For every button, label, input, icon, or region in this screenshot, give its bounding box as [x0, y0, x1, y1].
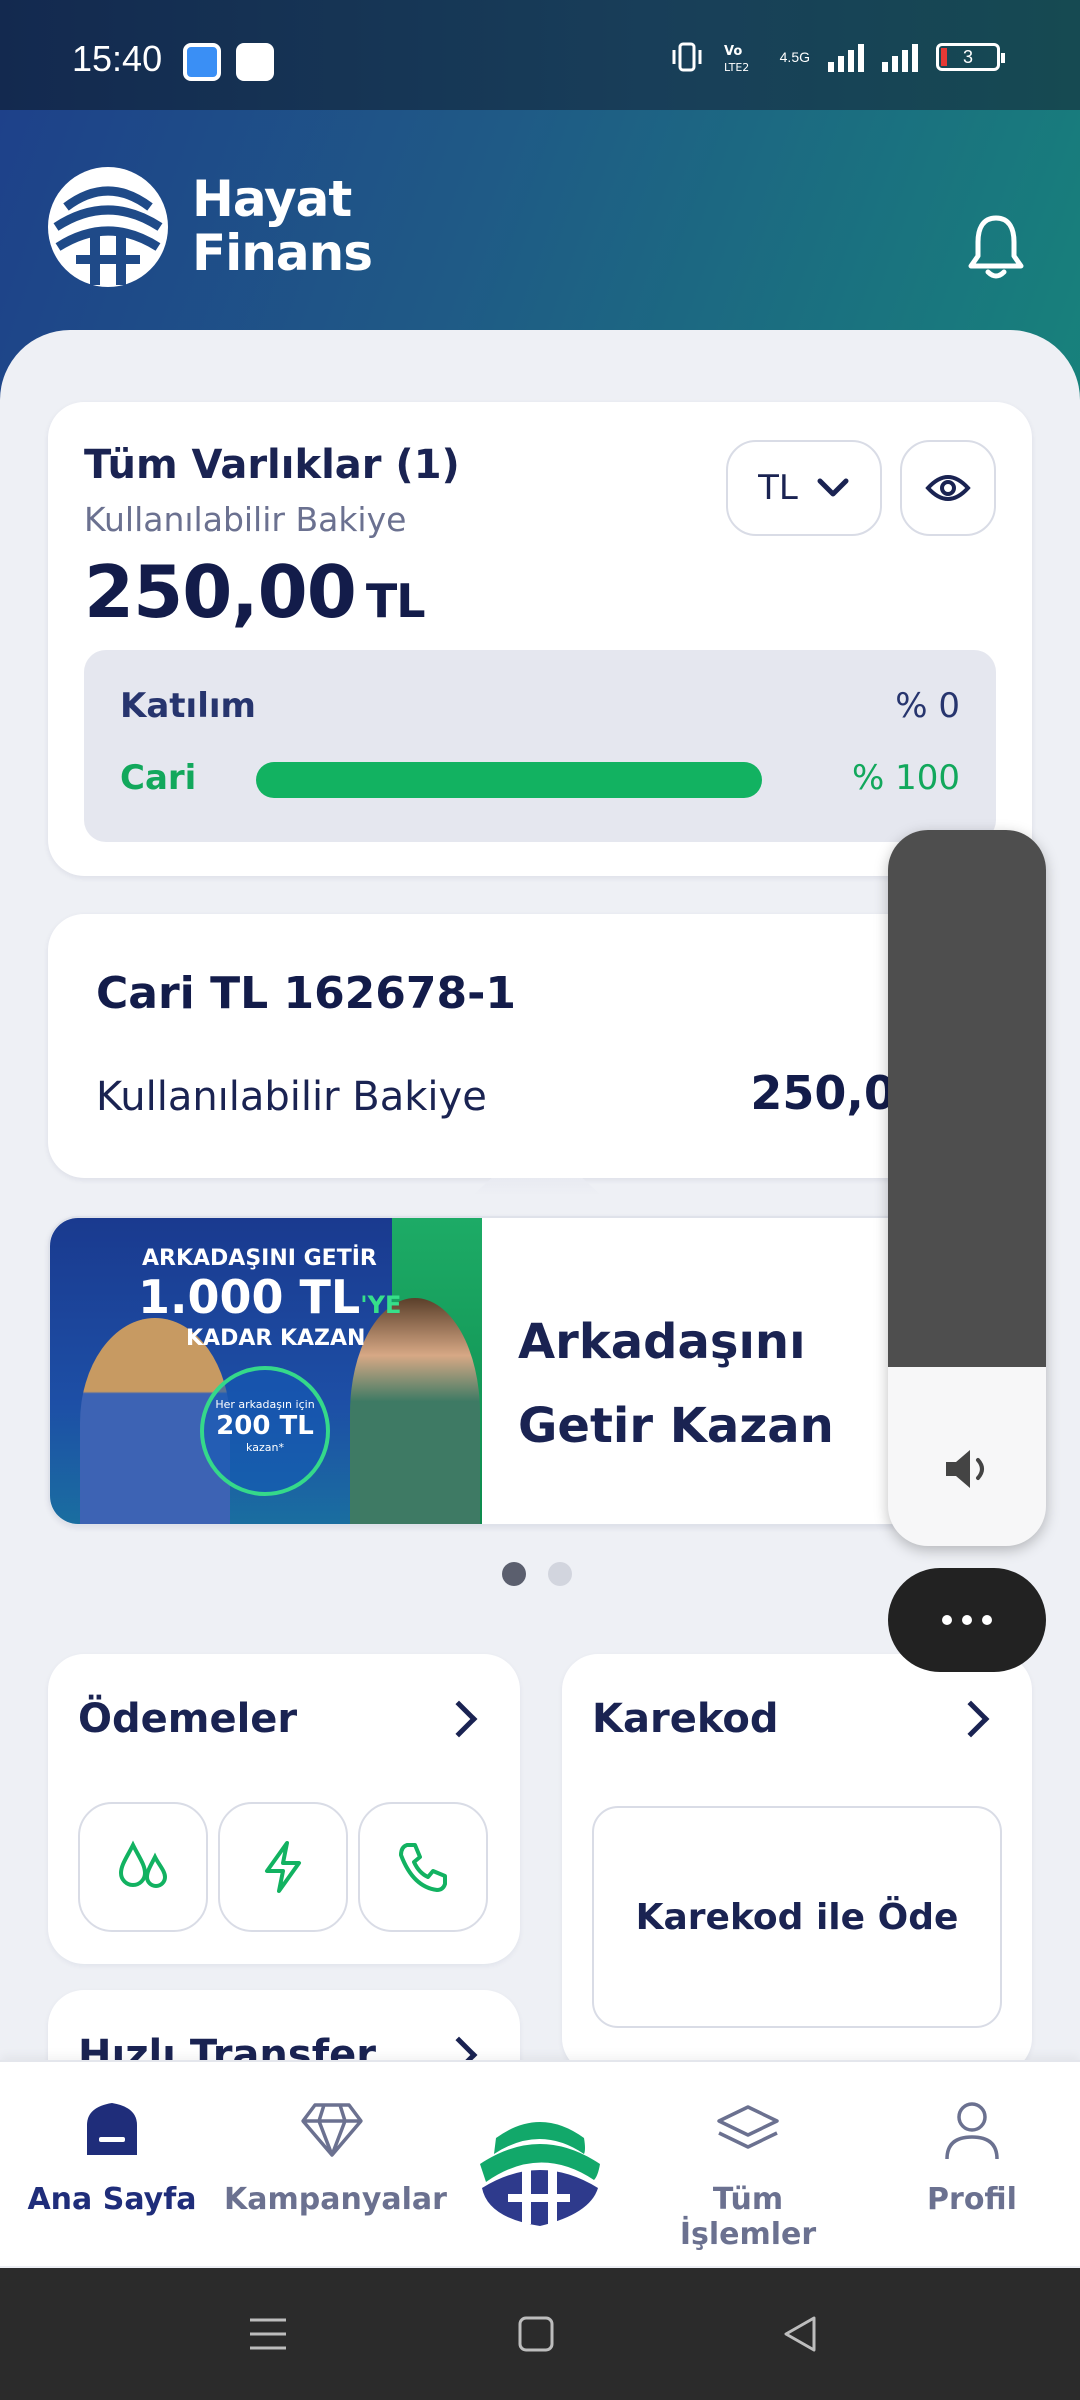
electricity-bill-button[interactable] [218, 1802, 348, 1932]
nav-all-transactions[interactable]: Tüm İşlemler [640, 2092, 856, 2252]
nav-campaigns-label: Kampanyalar [224, 2182, 447, 2217]
notification-app-icon [183, 43, 221, 81]
chevron-right-icon[interactable] [440, 1700, 478, 1738]
nav-all-transactions-label: Tüm İşlemler [679, 2182, 817, 2252]
notification-bell-icon[interactable] [966, 212, 1026, 282]
carousel-dot-active[interactable] [502, 1562, 526, 1586]
phone-bill-button[interactable] [358, 1802, 488, 1932]
assets-subtitle: Kullanılabilir Bakiye [84, 500, 407, 539]
back-icon[interactable] [778, 2312, 822, 2356]
payments-title: Ödemeler [78, 1696, 298, 1742]
volume-slider-track [888, 830, 1046, 1367]
nav-profile-label: Profil [927, 2182, 1017, 2217]
bottom-navigation: Ana Sayfa Kampanyalar Tüm İşlemler Profi… [0, 2060, 1080, 2266]
eye-icon [925, 475, 971, 501]
account-balance-label: Kullanılabilir Bakiye [96, 1074, 487, 1120]
nav-home-label: Ana Sayfa [27, 2182, 197, 2217]
status-bar: 15:40 Vo LTE2 4.5G 3 [0, 0, 1080, 110]
volte-icon: Vo LTE2 [724, 44, 749, 74]
home-button-icon[interactable] [514, 2312, 558, 2356]
network-type: 4.5G [779, 49, 810, 65]
chevron-down-icon [817, 478, 849, 497]
electricity-icon [265, 1841, 301, 1893]
nav-campaigns[interactable]: Kampanyalar [224, 2092, 447, 2217]
water-bill-button[interactable] [78, 1802, 208, 1932]
diamond-icon [301, 2103, 363, 2157]
more-options-button[interactable] [888, 1568, 1046, 1672]
promo-image-line-3: KADAR KAZAN [186, 1326, 366, 1351]
brand-line-2: Finans [192, 224, 373, 282]
currency-selector-value: TL [758, 468, 798, 508]
notification-app-icon [236, 43, 274, 81]
assets-title: Tüm Varlıklar (1) [84, 442, 460, 488]
assets-amount: 250,00 TL [84, 550, 426, 634]
toggle-balance-visibility-button[interactable] [900, 440, 996, 536]
promo-image-line-1: ARKADAŞINI GETİR [142, 1246, 377, 1271]
promo-title: Arkadaşını Getir Kazan [518, 1314, 834, 1454]
user-icon [945, 2102, 999, 2160]
account-card[interactable]: Cari TL 162678-1 Kullanılabilir Bakiye 2… [48, 914, 1032, 1178]
signal-icon [828, 42, 864, 72]
nav-home[interactable]: Ana Sayfa [4, 2092, 220, 2217]
status-indicators: Vo LTE2 4.5G 3 [670, 40, 1005, 74]
currency-selector[interactable]: TL [726, 440, 882, 536]
carousel-dot[interactable] [548, 1562, 572, 1586]
carousel-indicator [502, 1562, 572, 1586]
breakdown-row-katilim: Katılım % 0 [120, 686, 960, 726]
hayat-finans-logo[interactable] [474, 2098, 606, 2230]
battery-icon: 3 [936, 43, 1005, 71]
vibrate-icon [672, 42, 702, 72]
water-icon [118, 1840, 168, 1888]
qr-tile[interactable]: Karekod Karekod ile Öde [562, 1654, 1032, 2074]
promo-banner[interactable]: ARKADAŞINI GETİR 1.000 TL'YE KADAR KAZAN… [48, 1216, 1032, 1526]
layers-icon [717, 2105, 779, 2149]
nav-profile[interactable]: Profil [864, 2092, 1080, 2217]
promo-image: ARKADAŞINI GETİR 1.000 TL'YE KADAR KAZAN… [50, 1218, 482, 1524]
promo-person-man [350, 1298, 480, 1524]
qr-title: Karekod [592, 1696, 779, 1742]
brand-line-1: Hayat [192, 170, 352, 228]
chevron-right-icon[interactable] [952, 1700, 990, 1738]
menu-icon[interactable] [246, 2312, 290, 2356]
asset-breakdown: Katılım % 0 Cari % 100 [84, 650, 996, 842]
pay-with-qr-button[interactable]: Karekod ile Öde [592, 1806, 1002, 2028]
promo-image-line-2: 1.000 TL'YE [138, 1270, 402, 1324]
account-title: Cari TL 162678-1 [96, 968, 517, 1019]
svg-text:LTE2: LTE2 [724, 61, 749, 74]
card-pointer [472, 1178, 602, 1196]
status-time: 15:40 [72, 38, 163, 79]
speaker-icon[interactable] [940, 1442, 994, 1496]
hayat-finans-logo [48, 167, 168, 287]
brand-name: Hayat Finans [192, 170, 373, 282]
total-assets-card[interactable]: Tüm Varlıklar (1) Kullanılabilir Bakiye … [48, 402, 1032, 876]
signal-icon [882, 42, 918, 72]
phone-icon [399, 1843, 447, 1892]
volume-slider[interactable] [888, 830, 1046, 1546]
breakdown-row-cari: Cari % 100 [120, 758, 960, 798]
payments-tile[interactable]: Ödemeler [48, 1654, 520, 1964]
promo-badge: Her arkadaşın için 200 TL kazan* [200, 1366, 330, 1496]
svg-text:Vo: Vo [724, 44, 742, 59]
home-icon [87, 2103, 137, 2155]
system-navigation-bar [0, 2268, 1080, 2400]
